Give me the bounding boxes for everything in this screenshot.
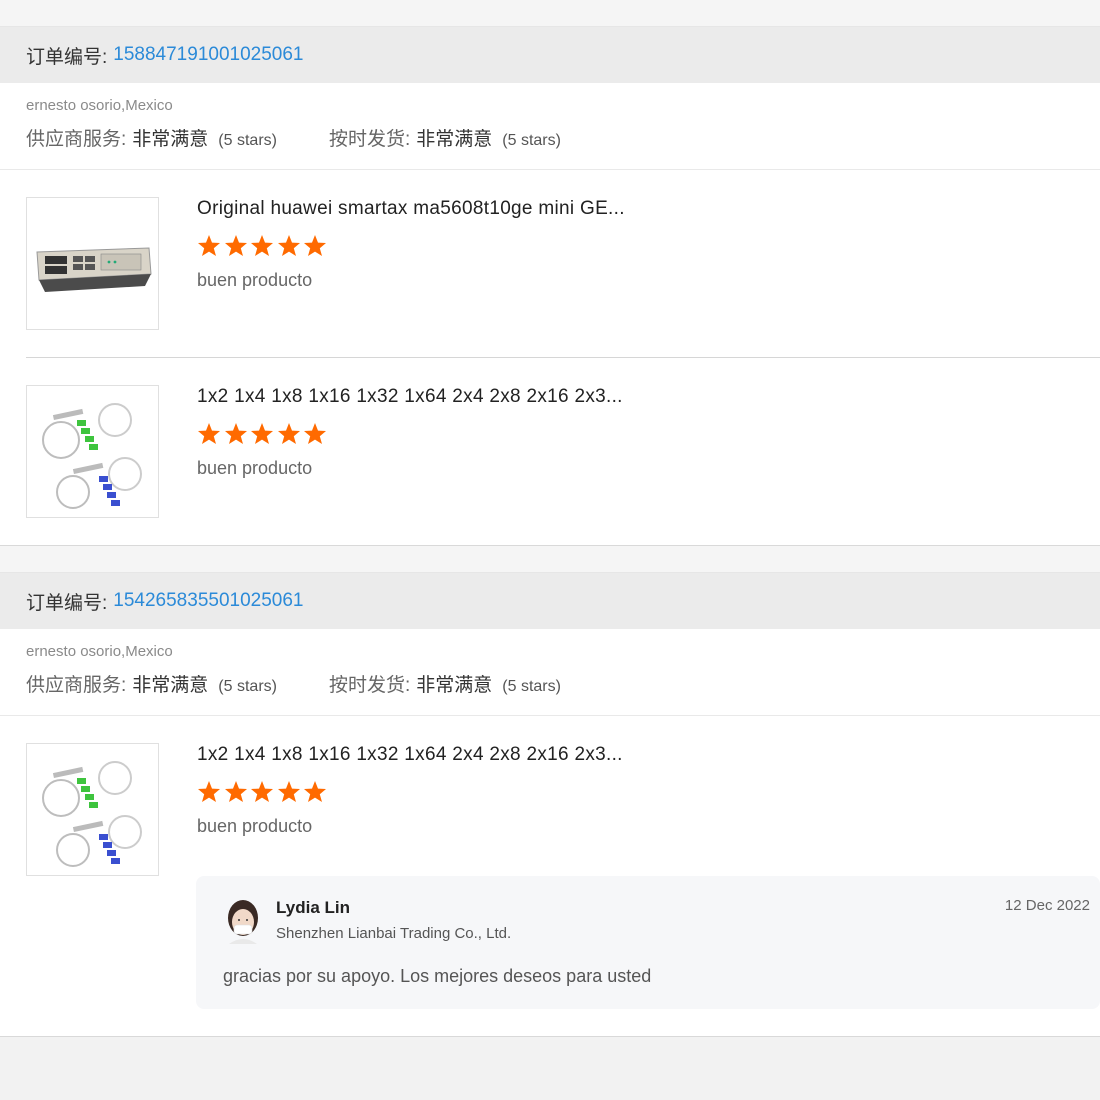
star-icon — [251, 423, 273, 444]
star-icon — [224, 235, 247, 256]
star-icon — [277, 423, 300, 444]
supplier-service-rating: 供应商服务: 非常满意 (5 stars) — [26, 670, 277, 697]
order-header: 订单编号: 154265835501025061 — [0, 573, 1100, 629]
supplier-service-label: 供应商服务: — [26, 675, 127, 696]
star-icon — [304, 235, 326, 256]
avatar — [228, 900, 258, 944]
supplier-service-value: 非常满意 — [132, 675, 209, 696]
order-number-label: 订单编号: — [26, 592, 108, 614]
reply-date: 12 Dec 2022 — [1004, 897, 1090, 914]
supplier-service-label: 供应商服务: — [26, 129, 127, 150]
product-title[interactable]: 1x2 1x4 1x8 1x16 1x32 1x64 2x4 2x8 2x16 … — [197, 386, 623, 408]
product-title[interactable]: 1x2 1x4 1x8 1x16 1x32 1x64 2x4 2x8 2x16 … — [197, 744, 623, 766]
on-time-stars: (5 stars) — [502, 132, 561, 149]
replier-name: Lydia Lin — [276, 898, 350, 917]
product-star-rating — [197, 234, 625, 258]
buyer-name: ernesto osorio,Mexico — [26, 97, 173, 114]
order-card: 订单编号: 158847191001025061 ernesto osorio,… — [0, 27, 1100, 546]
fiber-splitter-icon — [41, 402, 142, 509]
product-star-rating — [197, 422, 623, 446]
star-icon — [224, 423, 247, 444]
fiber-splitter-icon — [41, 760, 142, 867]
order-spacer — [0, 546, 1100, 573]
order-meta: ernesto osorio,Mexico 供应商服务: 非常满意 (5 sta… — [0, 83, 1100, 170]
star-icon — [277, 235, 300, 256]
star-icon — [304, 781, 326, 802]
star-icon — [198, 781, 220, 802]
order-number-link[interactable]: 154265835501025061 — [113, 590, 303, 612]
order-ratings: 供应商服务: 非常满意 (5 stars) 按时发货: 非常满意 (5 star… — [26, 124, 1074, 151]
supplier-service-stars: (5 stars) — [218, 132, 277, 149]
star-icon — [198, 423, 220, 444]
review-comment: buen producto — [197, 458, 313, 478]
star-icon — [198, 235, 220, 256]
order-ratings: 供应商服务: 非常满意 (5 stars) 按时发货: 非常满意 (5 star… — [26, 670, 1074, 697]
on-time-value: 非常满意 — [416, 675, 493, 696]
on-time-label: 按时发货: — [328, 129, 411, 150]
replier-company: Shenzhen Lianbai Trading Co., Ltd. — [276, 925, 512, 942]
star-icon — [304, 423, 326, 444]
product-image-splitter[interactable] — [26, 743, 159, 876]
order-number-link[interactable]: 158847191001025061 — [113, 44, 303, 66]
star-icon — [277, 781, 300, 802]
supplier-service-value: 非常满意 — [132, 129, 209, 150]
on-time-label: 按时发货: — [328, 675, 411, 696]
review-item: Original huawei smartax ma5608t10ge mini… — [26, 170, 1100, 358]
review-comment: buen producto — [197, 270, 313, 290]
on-time-value: 非常满意 — [416, 129, 493, 150]
product-star-rating — [197, 780, 623, 804]
review-item: 1x2 1x4 1x8 1x16 1x32 1x64 2x4 2x8 2x16 … — [26, 358, 1100, 545]
supplier-service-stars: (5 stars) — [218, 678, 277, 695]
on-time-rating: 按时发货: 非常满意 (5 stars) — [329, 124, 561, 151]
product-image-splitter[interactable] — [26, 385, 159, 518]
order-header: 订单编号: 158847191001025061 — [0, 27, 1100, 83]
review-comment: buen producto — [197, 816, 313, 836]
seller-reply: Lydia Lin Shenzhen Lianbai Trading Co., … — [196, 876, 1100, 1009]
order-card: 订单编号: 154265835501025061 ernesto osorio,… — [0, 573, 1100, 1037]
on-time-rating: 按时发货: 非常满意 (5 stars) — [329, 670, 561, 697]
top-spacer — [0, 0, 1100, 27]
olt-device-icon — [35, 246, 152, 292]
star-icon — [251, 235, 273, 256]
star-icon — [224, 781, 247, 802]
order-number-label: 订单编号: — [26, 46, 108, 68]
order-meta: ernesto osorio,Mexico 供应商服务: 非常满意 (5 sta… — [0, 629, 1100, 716]
product-image-olt[interactable] — [26, 197, 159, 330]
reply-text: gracias por su apoyo. Los mejores deseos… — [223, 966, 652, 986]
buyer-name: ernesto osorio,Mexico — [26, 643, 173, 660]
reviews-page: 订单编号: 158847191001025061 ernesto osorio,… — [0, 0, 1100, 1100]
on-time-stars: (5 stars) — [502, 678, 561, 695]
review-item: 1x2 1x4 1x8 1x16 1x32 1x64 2x4 2x8 2x16 … — [26, 716, 1100, 876]
product-title[interactable]: Original huawei smartax ma5608t10ge mini… — [197, 198, 625, 220]
star-icon — [251, 781, 273, 802]
reply-header: Lydia Lin Shenzhen Lianbai Trading Co., … — [223, 898, 1090, 944]
supplier-service-rating: 供应商服务: 非常满意 (5 stars) — [26, 124, 277, 151]
